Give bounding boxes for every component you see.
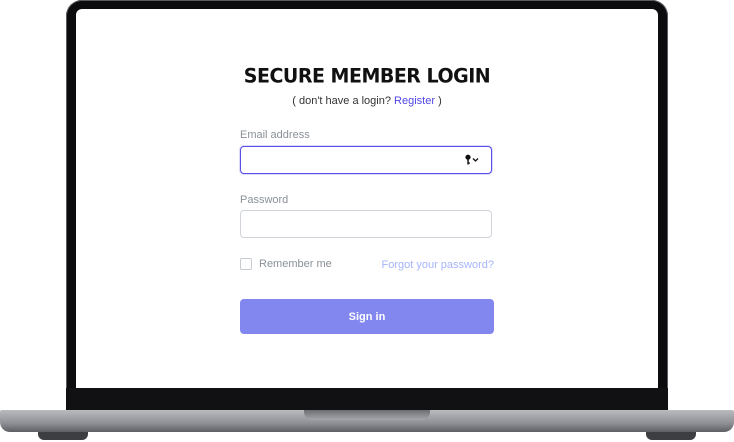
- password-label: Password: [240, 194, 289, 206]
- forgot-password-link[interactable]: Forgot your password?: [382, 259, 495, 271]
- laptop-foot-right: [646, 432, 696, 440]
- email-label: Email address: [240, 129, 310, 141]
- login-screen: SECURE MEMBER LOGIN ( don't have a login…: [76, 9, 658, 388]
- laptop-frame: SECURE MEMBER LOGIN ( don't have a login…: [0, 0, 734, 442]
- register-prompt-suffix: ): [438, 95, 442, 107]
- email-field[interactable]: [240, 146, 492, 174]
- remember-label: Remember me: [259, 258, 332, 270]
- password-field[interactable]: [240, 210, 492, 238]
- laptop-foot-left: [38, 432, 88, 440]
- sign-in-button[interactable]: Sign in: [240, 299, 494, 334]
- laptop-chin: [66, 388, 668, 410]
- register-link[interactable]: Register: [394, 95, 435, 107]
- remember-checkbox[interactable]: [240, 258, 252, 270]
- register-prompt-prefix: ( don't have a login?: [292, 95, 391, 107]
- register-prompt: ( don't have a login? Register ): [76, 95, 658, 107]
- remember-me[interactable]: Remember me: [240, 258, 332, 270]
- laptop-hinge: [304, 410, 430, 420]
- key-icon[interactable]: [465, 154, 479, 166]
- page-title: SECURE MEMBER LOGIN: [243, 64, 491, 88]
